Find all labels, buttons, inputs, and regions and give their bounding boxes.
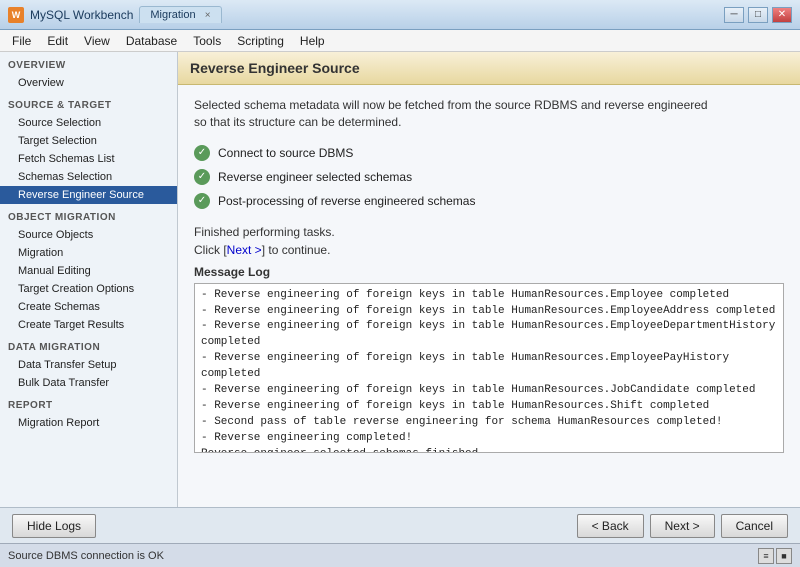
footer-left: Hide Logs [12,514,96,538]
status-text: Source DBMS connection is OK [8,550,164,562]
sidebar-item-object-3[interactable]: Target Creation Options [0,280,177,298]
app-title: MySQL Workbench [30,8,133,22]
menu-item-scripting[interactable]: Scripting [229,32,292,50]
cancel-button[interactable]: Cancel [721,514,788,538]
main-container: OVERVIEWOverviewSOURCE & TARGETSource Se… [0,52,800,507]
menu-item-database[interactable]: Database [118,32,185,50]
back-button[interactable]: < Back [577,514,644,538]
log-line: - Reverse engineering of foreign keys in… [201,351,777,383]
footer-right: < Back Next > Cancel [577,514,788,538]
maximize-button[interactable]: □ [748,7,768,23]
sidebar-item-overview[interactable]: Overview [0,74,177,92]
content-area: Reverse Engineer Source Selected schema … [178,52,800,507]
report-section-title: REPORT [0,392,177,414]
page-title: Reverse Engineer Source [190,60,788,76]
sidebar-item-data-1[interactable]: Bulk Data Transfer [0,374,177,392]
sidebar-item-report-0[interactable]: Migration Report [0,414,177,432]
sidebar-item-source-2[interactable]: Fetch Schemas List [0,150,177,168]
hide-logs-button[interactable]: Hide Logs [12,514,96,538]
content-body: Selected schema metadata will now be fet… [178,85,800,507]
statusbar: Source DBMS connection is OK ≡ ■ [0,543,800,567]
migration-tab[interactable]: Migration × [139,6,221,23]
sidebar-item-source-1[interactable]: Target Selection [0,132,177,150]
log-line: Reverse engineer selected schemas finish… [201,447,777,453]
sidebar-item-data-0[interactable]: Data Transfer Setup [0,356,177,374]
menu-item-tools[interactable]: Tools [185,32,229,50]
sidebar-item-source-3[interactable]: Schemas Selection [0,168,177,186]
footer: Hide Logs < Back Next > Cancel [0,507,800,543]
log-line: - Reverse engineering of foreign keys in… [201,383,777,399]
menu-item-view[interactable]: View [76,32,118,50]
log-line: - Second pass of table reverse engineeri… [201,415,777,431]
sidebar-item-object-1[interactable]: Migration [0,244,177,262]
log-line: - Reverse engineering of foreign keys in… [201,304,777,320]
description: Selected schema metadata will now be fet… [194,97,784,131]
next-instruction: Click [Next >] to continue. [194,243,784,257]
log-box[interactable]: - Reverse engineering of foreign keys in… [194,283,784,453]
next-link[interactable]: Next > [227,243,262,257]
object-migration-section-title: OBJECT MIGRATION [0,204,177,226]
close-button[interactable]: ✕ [772,7,792,23]
checklist-item-0: ✓Connect to source DBMS [194,145,784,161]
statusbar-right: ≡ ■ [758,548,792,564]
sidebar-item-source-0[interactable]: Source Selection [0,114,177,132]
data-migration-section-title: DATA MIGRATION [0,334,177,356]
next-button[interactable]: Next > [650,514,715,538]
overview-section-title: OVERVIEW [0,52,177,74]
log-line: - Reverse engineering of foreign keys in… [201,288,777,304]
log-line: - Reverse engineering of foreign keys in… [201,319,777,351]
menu-item-file[interactable]: File [4,32,39,50]
close-tab-icon[interactable]: × [205,10,211,21]
menu-item-help[interactable]: Help [292,32,333,50]
sidebar-item-object-4[interactable]: Create Schemas [0,298,177,316]
sidebar: OVERVIEWOverviewSOURCE & TARGETSource Se… [0,52,178,507]
check-icon-1: ✓ [194,169,210,185]
window-controls: ─ □ ✕ [724,7,792,23]
tab-bar: Migration × [139,6,221,23]
check-icon-2: ✓ [194,193,210,209]
log-line: - Reverse engineering completed! [201,431,777,447]
sidebar-item-object-0[interactable]: Source Objects [0,226,177,244]
sidebar-item-object-2[interactable]: Manual Editing [0,262,177,280]
titlebar: W MySQL Workbench Migration × ─ □ ✕ [0,0,800,30]
status-indicator-2: ■ [776,548,792,564]
titlebar-left: W MySQL Workbench Migration × [8,6,222,23]
status-indicator-1: ≡ [758,548,774,564]
log-label: Message Log [194,265,784,279]
checklist-item-2: ✓Post-processing of reverse engineered s… [194,193,784,209]
sidebar-item-object-5[interactable]: Create Target Results [0,316,177,334]
minimize-button[interactable]: ─ [724,7,744,23]
log-section: Message Log - Reverse engineering of for… [194,265,784,453]
source-target-section-title: SOURCE & TARGET [0,92,177,114]
sidebar-item-source-4[interactable]: Reverse Engineer Source [0,186,177,204]
app-icon: W [8,7,24,23]
menu-item-edit[interactable]: Edit [39,32,76,50]
finished-text: Finished performing tasks. [194,225,784,239]
check-icon-0: ✓ [194,145,210,161]
checklist-item-1: ✓Reverse engineer selected schemas [194,169,784,185]
menubar: FileEditViewDatabaseToolsScriptingHelp [0,30,800,52]
checklist: ✓Connect to source DBMS ✓Reverse engineer… [194,145,784,209]
content-header: Reverse Engineer Source [178,52,800,85]
log-line: - Reverse engineering of foreign keys in… [201,399,777,415]
